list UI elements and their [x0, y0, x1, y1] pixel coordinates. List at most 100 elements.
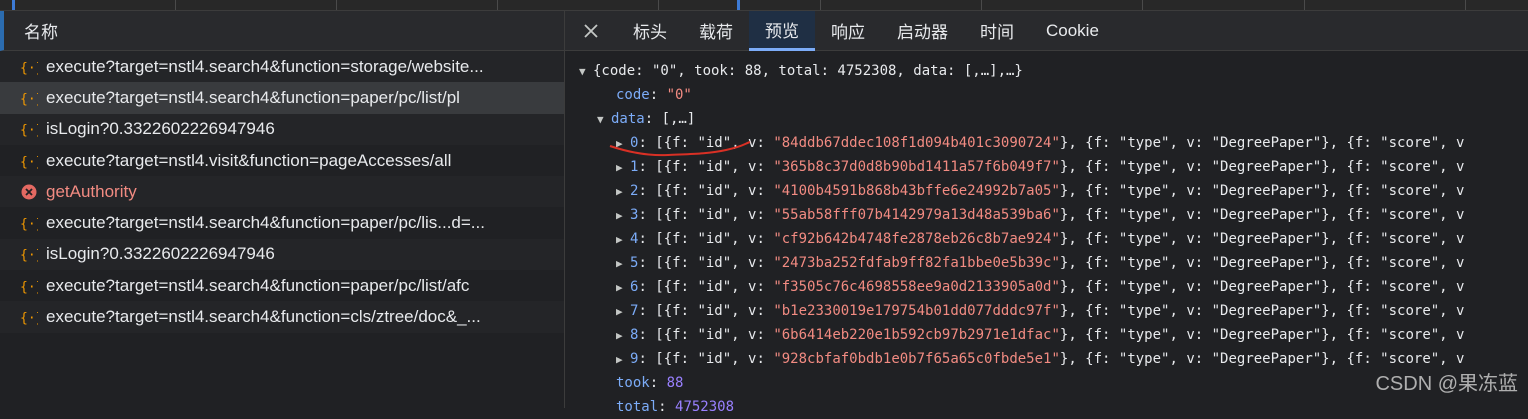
request-name: execute?target=nstl4.visit&function=page… [46, 150, 452, 170]
item-id: "b1e2330019e179754b01dd077dddc97f" [773, 303, 1060, 319]
svg-text:{·}: {·} [20, 311, 38, 326]
request-row[interactable]: getAuthority [0, 176, 564, 208]
data-array-item[interactable]: ▶ 6: [{f: "id", v: "f3505c76c4698558ee9a0… [565, 275, 1528, 299]
item-rest: }, {f: "type", v: "DegreePaper"}, {f: "s… [1059, 159, 1465, 175]
data-array-item[interactable]: ▶ 8: [{f: "id", v: "6b6414eb220e1b592cb97… [565, 323, 1528, 347]
item-id: "928cbfaf0bdb1e0b7f65a65c0fbde5e1" [773, 351, 1060, 367]
data-rows: ▶ 0: [{f: "id", v: "84ddb67ddec108f1d094b… [565, 131, 1528, 371]
data-array-item[interactable]: ▶ 5: [{f: "id", v: "2473ba252fdfab9ff82fa… [565, 251, 1528, 275]
data-summary: [,…] [661, 111, 696, 127]
svg-text:{·}: {·} [20, 123, 38, 138]
svg-text:{·}: {·} [20, 248, 38, 263]
item-prefix: [{f: "id", v: [655, 159, 774, 175]
request-row[interactable]: {·} execute?target=nstl4.search4&function… [0, 301, 564, 333]
collapsed-triangle-icon: ▶ [616, 257, 623, 270]
request-name: isLogin?0.3322602226947946 [46, 119, 275, 139]
item-rest: }, {f: "type", v: "DegreePaper"}, {f: "s… [1059, 255, 1465, 271]
tab-preview[interactable]: 预览 [749, 11, 815, 51]
collapsed-triangle-icon: ▶ [616, 329, 623, 342]
svg-text:{·}: {·} [20, 92, 38, 107]
json-preview: ▼ {code: "0", took: 88, total: 4752308, d… [565, 51, 1528, 419]
item-rest: }, {f: "type", v: "DegreePaper"}, {f: "s… [1059, 231, 1465, 247]
request-row[interactable]: {·} isLogin?0.3322602226947946 [0, 113, 564, 145]
item-rest: }, {f: "type", v: "DegreePaper"}, {f: "s… [1059, 303, 1465, 319]
tab-cookies[interactable]: Cookie [1030, 11, 1115, 50]
request-name: getAuthority [46, 181, 137, 201]
strip-divider [497, 0, 498, 10]
name-column-header[interactable]: 名称 [0, 11, 564, 51]
xhr-icon: {·} [20, 277, 38, 295]
tab-timing[interactable]: 时间 [964, 11, 1030, 50]
watermark: CSDN @果冻蓝 [1375, 373, 1518, 395]
item-rest: }, {f: "type", v: "DegreePaper"}, {f: "s… [1059, 327, 1465, 343]
item-rest: }, {f: "type", v: "DegreePaper"}, {f: "s… [1059, 135, 1465, 151]
item-rest: }, {f: "type", v: "DegreePaper"}, {f: "s… [1059, 207, 1465, 223]
request-row[interactable]: {·} execute?target=nstl4.search4&function… [0, 82, 564, 114]
svg-text:{·}: {·} [20, 61, 38, 76]
request-row[interactable]: {·} execute?target=nstl4.search4&function… [0, 207, 564, 238]
expanded-triangle-icon: ▼ [597, 113, 604, 126]
json-total-node: total: 4752308 [616, 399, 735, 415]
item-rest: }, {f: "type", v: "DegreePaper"}, {f: "s… [1059, 279, 1465, 295]
item-id: "365b8c37d0d8b90bd1411a57f6b049f7" [773, 159, 1060, 175]
tab-initiator[interactable]: 启动器 [881, 11, 964, 50]
xhr-icon: {·} [20, 89, 38, 107]
request-row[interactable]: {·} isLogin?0.3322602226947946 [0, 238, 564, 271]
svg-text:{·}: {·} [20, 280, 38, 295]
request-name: execute?target=nstl4.search4&function=st… [46, 56, 484, 76]
strip-divider [1142, 0, 1143, 10]
request-list: {·} execute?target=nstl4.search4&function… [0, 51, 564, 333]
details-panel: 标头 载荷 预览 响应 启动器 时间 Cookie ▼ {code: "0", t… [565, 11, 1528, 415]
json-root-node[interactable]: ▼ {code: "0", took: 88, total: 4752308, d… [565, 59, 1528, 83]
data-array-item[interactable]: ▶ 7: [{f: "id", v: "b1e2330019e179754b01d… [565, 299, 1528, 323]
item-prefix: [{f: "id", v: [655, 279, 774, 295]
item-prefix: [{f: "id", v: [655, 231, 774, 247]
collapsed-triangle-icon: ▶ [616, 305, 623, 318]
strip-divider [658, 0, 659, 10]
item-prefix: [{f: "id", v: [655, 351, 774, 367]
request-name: isLogin?0.3322602226947946 [46, 244, 275, 264]
item-id: "84ddb67ddec108f1d094b401c3090724" [773, 135, 1060, 151]
item-prefix: [{f: "id", v: [655, 303, 774, 319]
item-prefix: [{f: "id", v: [655, 207, 774, 223]
svg-text:{·}: {·} [20, 217, 38, 232]
details-tabbar: 标头 载荷 预览 响应 启动器 时间 Cookie [565, 11, 1528, 51]
item-prefix: [{f: "id", v: [655, 327, 774, 343]
close-icon [584, 23, 598, 38]
item-id: "6b6414eb220e1b592cb97b2971e1dfac" [773, 327, 1060, 343]
strip-divider [336, 0, 337, 10]
tab-response[interactable]: 响应 [815, 11, 881, 50]
close-button[interactable] [565, 11, 617, 50]
tab-headers[interactable]: 标头 [617, 11, 683, 50]
xhr-icon: {·} [20, 214, 38, 232]
request-row[interactable]: {·} execute?target=nstl4.search4&function… [0, 51, 564, 83]
item-id: "cf92b642b4748fe2878eb26c8b7ae924" [773, 231, 1060, 247]
total-value: 4752308 [675, 399, 735, 415]
collapsed-triangle-icon: ▶ [616, 281, 623, 294]
strip-divider [820, 0, 821, 10]
request-name: execute?target=nstl4.search4&function=pa… [46, 87, 460, 107]
item-prefix: [{f: "id", v: [655, 183, 774, 199]
total-key: total [616, 399, 659, 415]
code-key: code [616, 87, 650, 103]
item-id: "4100b4591b868b43bffe6e24992b7a05" [773, 183, 1060, 199]
xhr-icon: {·} [20, 58, 38, 76]
xhr-icon: {·} [20, 308, 38, 326]
strip-marker [12, 0, 15, 10]
data-array-item[interactable]: ▶ 3: [{f: "id", v: "55ab58fff07b4142979a1… [565, 203, 1528, 227]
item-id: "55ab58fff07b4142979a13d48a539ba6" [773, 207, 1060, 223]
collapsed-triangle-icon: ▶ [616, 185, 623, 198]
tab-payload[interactable]: 载荷 [683, 11, 749, 50]
collapsed-triangle-icon: ▶ [616, 209, 623, 222]
error-icon [20, 183, 38, 201]
json-data-node[interactable]: ▼ data: [,…] [565, 107, 1528, 131]
svg-text:{·}: {·} [20, 155, 38, 170]
request-list-panel: 名称 {·} execute?target=nstl4.search4&funct… [0, 11, 565, 408]
data-array-item[interactable]: ▶ 4: [{f: "id", v: "cf92b642b4748fe2878eb… [565, 227, 1528, 251]
request-row[interactable]: {·} execute?target=nstl4.visit&function=p… [0, 145, 564, 176]
request-row[interactable]: {·} execute?target=nstl4.search4&function… [0, 270, 564, 301]
item-rest: }, {f: "type", v: "DegreePaper"}, {f: "s… [1059, 351, 1465, 367]
took-key: took [616, 375, 650, 391]
data-array-item[interactable]: ▶ 2: [{f: "id", v: "4100b4591b868b43bffe6… [565, 179, 1528, 203]
data-key: data [611, 111, 645, 127]
